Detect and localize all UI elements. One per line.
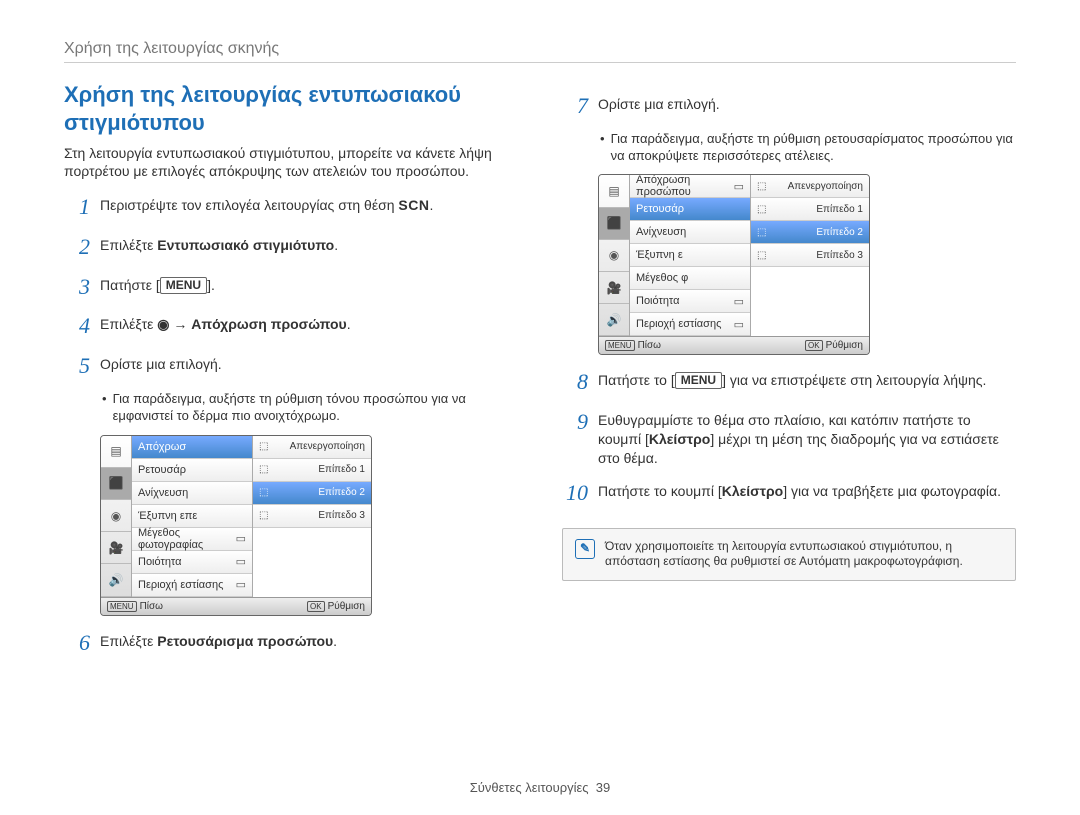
mock2-row: Μέγεθος φ	[630, 267, 750, 290]
right-column: 7 Ορίστε μια επιλογή. Για παράδειγμα, αυ…	[562, 81, 1016, 667]
left-column: Χρήση της λειτουργίας εντυπωσιακού στιγμ…	[64, 81, 518, 667]
camera-menu-screenshot-1: ▤ ⬛ ◉ 🎥 🔊 Απόχρωσ Ρετουσάρ Ανίχνευση Έξυ…	[100, 435, 372, 616]
tab-icon-selected: ⬛	[101, 468, 131, 500]
tab-icon: 🔊	[101, 564, 131, 596]
mock2-row: Έξυπνη ε	[630, 244, 750, 267]
mock2-sub: ⬚Απενεργοποίηση	[751, 175, 869, 198]
mock2-row: Απόχρωση προσώπου▭	[630, 175, 750, 198]
tab-icon: ◉	[599, 240, 629, 272]
page-title: Χρήση της λειτουργίας εντυπωσιακού στιγμ…	[64, 81, 518, 136]
mock1-row-selected: Απόχρωσ	[132, 436, 252, 459]
tab-icon-selected: ⬛	[599, 208, 629, 240]
mock1-row: Μέγεθος φωτογραφίας▭	[132, 528, 252, 551]
step-7: 7 Ορίστε μια επιλογή.	[562, 91, 1016, 121]
tab-icon: 🔊	[599, 304, 629, 336]
mock1-tabs: ▤ ⬛ ◉ 🎥 🔊	[101, 436, 132, 597]
tab-icon: 🎥	[101, 532, 131, 564]
tab-icon: 🎥	[599, 272, 629, 304]
value-icon: ▭	[236, 578, 246, 591]
section-header: Χρήση της λειτουργίας σκηνής	[64, 40, 1016, 63]
mock1-sub: ⬚Επίπεδο 3	[253, 505, 371, 528]
mock2-sub: ⬚Επίπεδο 3	[751, 244, 869, 267]
step-8: 8 Πατήστε το [MENU] για να επιστρέψετε σ…	[562, 367, 1016, 397]
steps-8-10: 8 Πατήστε το [MENU] για να επιστρέψετε σ…	[562, 367, 1016, 507]
info-note: ✎ Όταν χρησιμοποιείτε τη λειτουργία εντυ…	[562, 528, 1016, 581]
menu-key-icon: MENU	[675, 372, 722, 389]
step-number: 2	[64, 232, 90, 262]
step-7-item: 7 Ορίστε μια επιλογή.	[562, 91, 1016, 121]
page-footer: Σύνθετες λειτουργίες 39	[0, 780, 1080, 795]
mock2-row: Περιοχή εστίασης▭	[630, 313, 750, 336]
steps-1-5: 1 Περιστρέψτε τον επιλογέα λειτουργίας σ…	[64, 192, 518, 380]
info-icon: ✎	[575, 539, 595, 559]
mock1-row: Ρετουσάρ	[132, 459, 252, 482]
mock2-footer: MENUΠίσω OKΡύθμιση	[599, 336, 869, 354]
step-4: 4 Επιλέξτε ◉ → Απόχρωση προσώπου.	[64, 311, 518, 341]
mock2-row: Ποιότητα▭	[630, 290, 750, 313]
ok-key-icon: OK	[805, 340, 823, 351]
value-icon: ▭	[734, 180, 744, 193]
step-10: 10 Πατήστε το κουμπί [Κλείστρο] για να τ…	[562, 478, 1016, 508]
step-number: 6	[64, 628, 90, 658]
step-1: 1 Περιστρέψτε τον επιλογέα λειτουργίας σ…	[64, 192, 518, 222]
mock1-sub: ⬚Απενεργοποίηση	[253, 436, 371, 459]
menu-key-icon: MENU	[605, 340, 635, 351]
mock1-sub: ⬚Επίπεδο 1	[253, 459, 371, 482]
ok-key-icon: OK	[307, 601, 325, 612]
mock2-sub-selected: ⬚Επίπεδο 2	[751, 221, 869, 244]
step-number: 5	[64, 351, 90, 381]
step-number: 9	[562, 407, 588, 437]
tab-icon: ◉	[101, 500, 131, 532]
step-9: 9 Ευθυγραμμίστε το θέμα στο πλαίσιο, και…	[562, 407, 1016, 468]
camera-menu-screenshot-2: ▤ ⬛ ◉ 🎥 🔊 Απόχρωση προσώπου▭ Ρετουσάρ Αν…	[598, 174, 870, 355]
value-icon: ▭	[236, 532, 246, 545]
step-number: 4	[64, 311, 90, 341]
mock1-row: Περιοχή εστίασης▭	[132, 574, 252, 597]
mock1-row: Έξυπνη επε	[132, 505, 252, 528]
mock1-row: Ανίχνευση	[132, 482, 252, 505]
step-6-item: 6 Επιλέξτε Ρετουσάρισμα προσώπου.	[64, 628, 518, 658]
step-number: 8	[562, 367, 588, 397]
step-1-text: Περιστρέψτε τον επιλογέα λειτουργίας στη…	[100, 197, 398, 213]
mock2-tabs: ▤ ⬛ ◉ 🎥 🔊	[599, 175, 630, 336]
mock2-row: Ανίχνευση	[630, 221, 750, 244]
step-6: 6 Επιλέξτε Ρετουσάρισμα προσώπου.	[64, 628, 518, 658]
step-5: 5 Ορίστε μια επιλογή.	[64, 351, 518, 381]
menu-key-icon: MENU	[107, 601, 137, 612]
scn-icon: SCN	[398, 196, 429, 215]
step-3: 3 Πατήστε [MENU].	[64, 272, 518, 302]
menu-key-icon: MENU	[160, 277, 207, 294]
intro-paragraph: Στη λειτουργία εντυπωσιακού στιγμιότυπου…	[64, 144, 518, 180]
value-icon: ▭	[236, 555, 246, 568]
mock1-sub-selected: ⬚Επίπεδο 2	[253, 482, 371, 505]
step-number: 10	[562, 478, 588, 508]
mock2-row-selected: Ρετουσάρ	[630, 198, 750, 221]
step-5-bullet: Για παράδειγμα, αυξήστε τη ρύθμιση τόνου…	[102, 391, 518, 425]
mock2-sub: ⬚Επίπεδο 1	[751, 198, 869, 221]
camera-mode-icon: ◉	[157, 316, 169, 332]
value-icon: ▭	[734, 318, 744, 331]
content-columns: Χρήση της λειτουργίας εντυπωσιακού στιγμ…	[64, 81, 1016, 667]
step-number: 3	[64, 272, 90, 302]
mock1-footer: MENUΠίσω OKΡύθμιση	[101, 597, 371, 615]
step-number: 1	[64, 192, 90, 222]
value-icon: ▭	[734, 295, 744, 308]
tab-icon: ▤	[101, 436, 131, 468]
step-7-bullet: Για παράδειγμα, αυξήστε τη ρύθμιση ρετου…	[600, 131, 1016, 165]
mock1-row: Ποιότητα▭	[132, 551, 252, 574]
note-text: Όταν χρησιμοποιείτε τη λειτουργία εντυπω…	[605, 539, 1003, 570]
step-number: 7	[562, 91, 588, 121]
tab-icon: ▤	[599, 175, 629, 207]
step-2: 2 Επιλέξτε Εντυπωσιακό στιγμιότυπο.	[64, 232, 518, 262]
